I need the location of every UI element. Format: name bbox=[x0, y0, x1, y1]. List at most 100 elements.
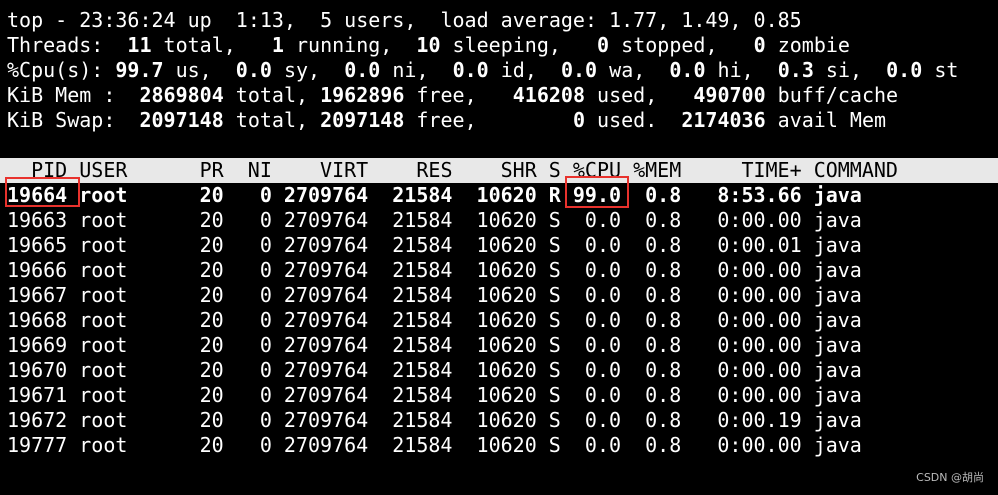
summary-label: used. bbox=[585, 108, 658, 132]
cell-pr: 20 bbox=[199, 333, 224, 357]
cell-pr: 20 bbox=[199, 233, 224, 257]
highlight-box-pid bbox=[5, 177, 80, 207]
cell-ni: 0 bbox=[259, 408, 272, 432]
cell-command: java bbox=[813, 233, 862, 257]
cell-ni: 0 bbox=[259, 258, 272, 282]
table-row[interactable]: 19666 root 20 0 2709764 21584 10620 S 0.0 0.8 0:00… bbox=[0, 258, 998, 283]
cell-mem: 0.8 bbox=[645, 258, 682, 282]
cell-pid: 19667 bbox=[7, 283, 68, 307]
cell-mem: 0.8 bbox=[645, 233, 682, 257]
cell-ni: 0 bbox=[259, 358, 272, 382]
summary-label: sy, bbox=[271, 58, 321, 82]
cell-virt: 2709764 bbox=[283, 258, 369, 282]
summary-value: 0.0 bbox=[320, 58, 381, 82]
table-row[interactable]: 19663 root 20 0 2709764 21584 10620 S 0.0 0.8 0:00… bbox=[0, 208, 998, 233]
cell-time: 0:00.00 bbox=[717, 358, 802, 382]
table-row[interactable]: 19672 root 20 0 2709764 21584 10620 S 0.0 0.8 0:00… bbox=[0, 408, 998, 433]
cell-cpu: 0.0 bbox=[584, 358, 622, 382]
cell-time: 0:00.00 bbox=[717, 208, 802, 232]
cell-pr: 20 bbox=[199, 208, 224, 232]
summary-label: free, bbox=[404, 108, 477, 132]
cell-user: root bbox=[79, 383, 128, 407]
header-pr: PR bbox=[199, 158, 224, 182]
cell-res: 21584 bbox=[392, 233, 453, 257]
summary-value: 1 bbox=[235, 33, 284, 57]
summary-label: Threads: bbox=[7, 33, 116, 57]
cell-shr: 10620 bbox=[476, 183, 537, 207]
summary-label: id, bbox=[488, 58, 537, 82]
summary-line: top - 23:36:24 up 1:13, 5 users, load av… bbox=[0, 8, 998, 33]
cell-cpu: 0.0 bbox=[584, 308, 622, 332]
table-row[interactable]: 19667 root 20 0 2709764 21584 10620 S 0.0 0.8 0:00… bbox=[0, 283, 998, 308]
table-row[interactable]: 19665 root 20 0 2709764 21584 10620 S 0.0 0.8 0:00… bbox=[0, 233, 998, 258]
cell-cpu: 0.0 bbox=[584, 408, 622, 432]
cell-ni: 0 bbox=[259, 283, 272, 307]
cell-ni: 0 bbox=[259, 208, 272, 232]
summary-line: %Cpu(s): 99.7 us, 0.0 sy, 0.0 ni, 0.0 id… bbox=[0, 58, 998, 83]
summary-label: total, bbox=[151, 33, 236, 57]
cell-time: 0:00.00 bbox=[717, 433, 802, 457]
cell-shr: 10620 bbox=[476, 258, 537, 282]
cell-res: 21584 bbox=[392, 408, 453, 432]
summary-label: buff/cache bbox=[765, 83, 899, 107]
cell-cpu: 0.0 bbox=[584, 258, 622, 282]
cell-mem: 0.8 bbox=[645, 358, 682, 382]
cell-mem: 0.8 bbox=[645, 308, 682, 332]
cell-user: root bbox=[79, 333, 128, 357]
header-shr: SHR bbox=[500, 158, 537, 182]
cell-mem: 0.8 bbox=[645, 183, 682, 207]
cell-virt: 2709764 bbox=[283, 233, 369, 257]
cell-state: S bbox=[548, 383, 561, 407]
cell-time: 0:00.00 bbox=[717, 308, 802, 332]
summary-label: us, bbox=[163, 58, 212, 82]
table-row[interactable]: 19669 root 20 0 2709764 21584 10620 S 0.0 0.8 0:00… bbox=[0, 333, 998, 358]
table-row[interactable]: 19777 root 20 0 2709764 21584 10620 S 0.0 0.8 0:00… bbox=[0, 433, 998, 458]
cell-pid: 19671 bbox=[7, 383, 68, 407]
summary-label: KiB Mem : bbox=[7, 83, 128, 107]
summary-value: 2097148 bbox=[127, 108, 224, 132]
cell-mem: 0.8 bbox=[645, 433, 682, 457]
cell-res: 21584 bbox=[392, 258, 453, 282]
table-row[interactable]: 19671 root 20 0 2709764 21584 10620 S 0.0 0.8 0:00… bbox=[0, 383, 998, 408]
cell-res: 21584 bbox=[392, 333, 453, 357]
cell-pr: 20 bbox=[199, 183, 224, 207]
cell-state: S bbox=[548, 433, 561, 457]
cell-time: 0:00.00 bbox=[717, 258, 802, 282]
cell-ni: 0 bbox=[259, 383, 272, 407]
cell-ni: 0 bbox=[259, 183, 272, 207]
header-virt: VIRT bbox=[320, 158, 369, 182]
header-state: S bbox=[548, 158, 561, 182]
cell-res: 21584 bbox=[392, 358, 453, 382]
cell-res: 21584 bbox=[392, 183, 453, 207]
table-row[interactable]: 19670 root 20 0 2709764 21584 10620 S 0.0 0.8 0:00… bbox=[0, 358, 998, 383]
cell-pr: 20 bbox=[199, 308, 224, 332]
summary-label: total, bbox=[223, 108, 309, 132]
cell-virt: 2709764 bbox=[283, 358, 369, 382]
summary-value: 10 bbox=[392, 33, 441, 57]
summary-value: 0 bbox=[476, 108, 585, 132]
cell-user: root bbox=[79, 233, 128, 257]
cell-pid: 19666 bbox=[7, 258, 68, 282]
table-row[interactable]: 19664 root 20 0 2709764 21584 10620 R 99.0 0.8 8:5… bbox=[0, 183, 998, 208]
summary-value: 99.7 bbox=[103, 58, 164, 82]
cell-state: S bbox=[548, 408, 561, 432]
summary-value: 0.0 bbox=[211, 58, 272, 82]
summary-value: 0.0 bbox=[536, 58, 598, 82]
cell-pr: 20 bbox=[199, 383, 224, 407]
cell-time: 0:00.00 bbox=[717, 283, 802, 307]
summary-label: avail Mem bbox=[765, 108, 887, 132]
header-command: COMMAND bbox=[813, 158, 898, 182]
header-ni: NI bbox=[247, 158, 272, 182]
cell-state: S bbox=[548, 358, 561, 382]
summary-value: 0.0 bbox=[428, 58, 489, 82]
summary-value: 2097148 bbox=[308, 108, 405, 132]
summary-value: 0 bbox=[717, 33, 766, 57]
cell-virt: 2709764 bbox=[283, 408, 369, 432]
summary-label: zombie bbox=[765, 33, 850, 57]
cell-ni: 0 bbox=[259, 308, 272, 332]
cell-cpu: 0.0 bbox=[584, 383, 622, 407]
cell-virt: 2709764 bbox=[283, 283, 369, 307]
cell-user: root bbox=[79, 258, 128, 282]
cell-pid: 19669 bbox=[7, 333, 68, 357]
table-row[interactable]: 19668 root 20 0 2709764 21584 10620 S 0.0 0.8 0:00… bbox=[0, 308, 998, 333]
